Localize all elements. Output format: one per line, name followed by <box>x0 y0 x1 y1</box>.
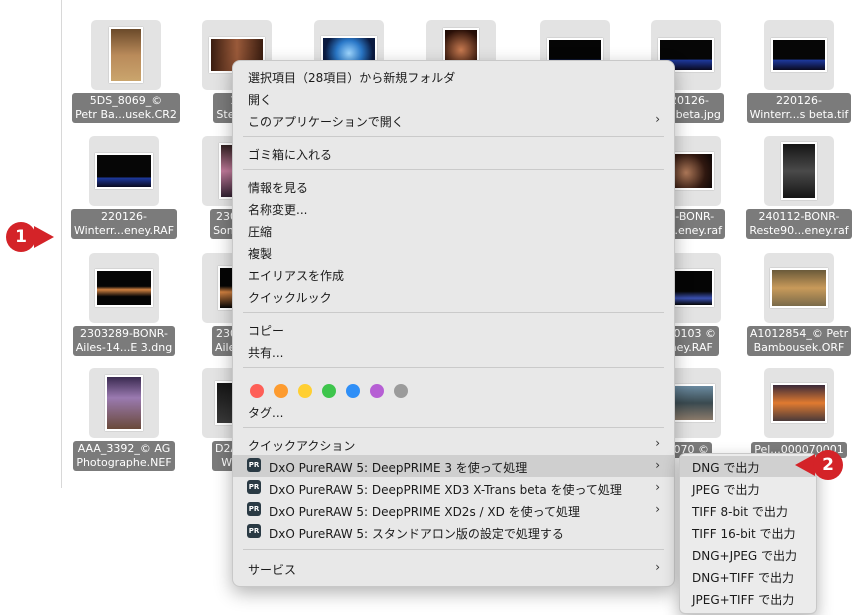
photo-thumb <box>109 27 143 83</box>
file-item[interactable]: 220126- Winterr...s beta.tif <box>743 20 855 123</box>
submenu-item-jpeg-tiff[interactable]: JPEG+TIFF で出力 <box>680 588 816 609</box>
menu-item-dxo-standalone[interactable]: PR DxO PureRAW 5: スタンドアロン版の設定で処理する <box>233 521 674 543</box>
file-name: 5DS_8069_© Petr Ba...usek.CR2 <box>72 93 180 123</box>
callout-pointer-2 <box>795 454 815 476</box>
chevron-right-icon: › <box>655 560 660 574</box>
chevron-right-icon: › <box>655 112 660 126</box>
submenu-item-dng-tiff[interactable]: DNG+TIFF で出力 <box>680 566 816 587</box>
file-item[interactable]: 220126- Winterr...eney.RAF <box>68 136 180 239</box>
callout-pointer-1 <box>34 226 54 248</box>
thumbnail <box>89 253 159 323</box>
context-menu: 選択項目（28項目）から新規フォルダ 開く このアプリケーションで開く › ゴミ箱… <box>232 60 675 587</box>
file-item[interactable]: 5DS_8069_© Petr Ba...usek.CR2 <box>70 20 182 123</box>
menu-item-quick-actions[interactable]: クイックアクション › <box>233 433 674 455</box>
tag-color-green[interactable] <box>322 384 336 398</box>
tag-color-yellow[interactable] <box>298 384 312 398</box>
menu-item-dxo-xd3-xtrans[interactable]: PR DxO PureRAW 5: DeepPRIME XD3 X-Trans … <box>233 477 674 499</box>
photo-thumb <box>771 383 827 423</box>
file-name: 220126- Winterr...s beta.tif <box>746 93 852 123</box>
chevron-right-icon: › <box>655 458 660 472</box>
submenu-item-jpeg[interactable]: JPEG で出力 <box>680 478 816 499</box>
menu-separator <box>243 549 664 550</box>
callout-badge-2: 2 <box>813 450 843 480</box>
menu-separator <box>243 169 664 170</box>
menu-item-services[interactable]: サービス › <box>233 557 674 579</box>
photo-thumb <box>781 142 817 200</box>
submenu-item-tiff-8bit[interactable]: TIFF 8-bit で出力 <box>680 500 816 521</box>
photo-thumb <box>771 38 827 72</box>
dxo-pureraw-icon: PR <box>247 458 261 472</box>
tag-color-gray[interactable] <box>394 384 408 398</box>
tag-color-orange[interactable] <box>274 384 288 398</box>
file-item[interactable]: 2303289-BONR- Ailes-14...E 3.dng <box>68 253 180 356</box>
thumbnail <box>89 368 159 438</box>
file-item[interactable]: Pel...000070001 <box>743 368 855 458</box>
menu-separator <box>243 136 664 137</box>
callout-badge-1: 1 <box>6 222 36 252</box>
thumbnail <box>764 253 834 323</box>
menu-item-dxo-deepprime-3[interactable]: PR DxO PureRAW 5: DeepPRIME 3 を使って処理 › <box>233 455 674 477</box>
menu-item-rename[interactable]: 名称変更... <box>233 197 674 219</box>
thumbnail <box>91 20 161 90</box>
tag-color-purple[interactable] <box>370 384 384 398</box>
menu-item-quick-look[interactable]: クイックルック <box>233 285 674 307</box>
file-name: 240112-BONR- Reste90...eney.raf <box>746 209 852 239</box>
submenu-item-tiff-16bit[interactable]: TIFF 16-bit で出力 <box>680 522 816 543</box>
menu-item-duplicate[interactable]: 複製 <box>233 241 674 263</box>
photo-thumb <box>95 269 153 307</box>
tag-color-blue[interactable] <box>346 384 360 398</box>
menu-item-open[interactable]: 開く <box>233 87 674 109</box>
thumbnail <box>764 368 834 438</box>
file-name: A1012854_© Petr Bambousek.ORF <box>746 326 852 356</box>
tag-color-red[interactable] <box>250 384 264 398</box>
thumbnail <box>89 136 159 206</box>
file-item[interactable]: A1012854_© Petr Bambousek.ORF <box>743 253 855 356</box>
file-name: AAA_3392_© AG Photographe.NEF <box>73 441 175 471</box>
menu-item-copy[interactable]: コピー <box>233 318 674 340</box>
file-name: 220126- Winterr...eney.RAF <box>70 209 178 239</box>
file-item[interactable]: 240112-BONR- Reste90...eney.raf <box>743 136 855 239</box>
photo-thumb <box>770 268 828 308</box>
menu-separator <box>243 427 664 428</box>
thumbnail <box>764 20 834 90</box>
menu-item-get-info[interactable]: 情報を見る <box>233 175 674 197</box>
file-name: 2303289-BONR- Ailes-14...E 3.dng <box>72 326 176 356</box>
dxo-pureraw-icon: PR <box>247 524 261 538</box>
menu-item-share[interactable]: 共有... <box>233 340 674 362</box>
menu-separator <box>243 312 664 313</box>
menu-item-trash[interactable]: ゴミ箱に入れる <box>233 142 674 164</box>
file-item[interactable]: AAA_3392_© AG Photographe.NEF <box>68 368 180 471</box>
menu-item-tags[interactable]: タグ... <box>233 400 674 422</box>
dxo-pureraw-icon: PR <box>247 480 261 494</box>
submenu-item-dng-jpeg[interactable]: DNG+JPEG で出力 <box>680 544 816 565</box>
photo-thumb <box>105 375 143 431</box>
thumbnail <box>764 136 834 206</box>
chevron-right-icon: › <box>655 502 660 516</box>
chevron-right-icon: › <box>655 480 660 494</box>
dxo-pureraw-icon: PR <box>247 502 261 516</box>
menu-item-dxo-xd2s[interactable]: PR DxO PureRAW 5: DeepPRIME XD2s / XD を使… <box>233 499 674 521</box>
menu-item-open-with[interactable]: このアプリケーションで開く › <box>233 109 674 131</box>
menu-item-compress[interactable]: 圧縮 <box>233 219 674 241</box>
output-format-submenu: DNG で出力 JPEG で出力 TIFF 8-bit で出力 TIFF 16-… <box>679 453 817 614</box>
chevron-right-icon: › <box>655 436 660 450</box>
photo-thumb <box>95 153 153 189</box>
menu-item-make-alias[interactable]: エイリアスを作成 <box>233 263 674 285</box>
menu-separator <box>243 367 664 368</box>
menu-item-new-folder[interactable]: 選択項目（28項目）から新規フォルダ <box>233 65 674 87</box>
